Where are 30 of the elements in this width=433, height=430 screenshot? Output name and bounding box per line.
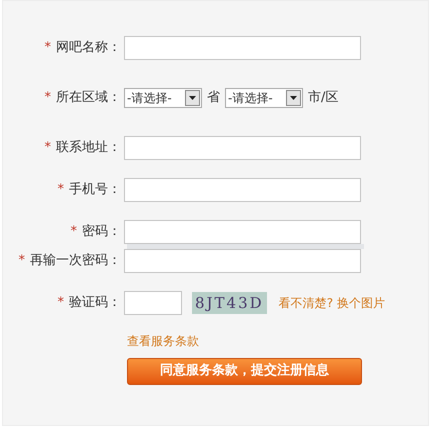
submit-button[interactable]: 同意服务条款，提交注册信息 — [127, 358, 362, 384]
field-label: 所在区域： — [56, 89, 121, 108]
input-field[interactable] — [124, 220, 361, 244]
dropdown[interactable]: -请选择- — [225, 88, 303, 108]
unit-label: 省 — [207, 89, 220, 108]
required-asterisk: * — [44, 39, 51, 58]
field-label: 联系地址： — [56, 139, 121, 158]
caret-icon — [290, 96, 297, 100]
refresh-captcha-link[interactable]: 看不清楚? 换个图片 — [278, 294, 385, 312]
input-field[interactable] — [124, 291, 182, 315]
required-asterisk: * — [70, 223, 77, 242]
field-label: 再输一次密码： — [30, 252, 121, 270]
field-label: 验证码： — [69, 294, 121, 312]
required-asterisk: * — [58, 294, 64, 312]
input-field[interactable] — [124, 36, 361, 60]
unit-label: 市/区 — [308, 89, 338, 108]
field-label: 密码： — [82, 223, 121, 242]
input-field[interactable] — [124, 136, 361, 160]
terms-link[interactable]: 查看服务条款 — [127, 334, 199, 348]
input-field[interactable] — [124, 178, 361, 202]
required-asterisk: * — [58, 181, 64, 200]
dropdown[interactable]: -请选择- — [124, 88, 202, 108]
field-label: 手机号： — [69, 181, 121, 200]
field-label: 网吧名称： — [56, 39, 121, 58]
captcha-image: 8JT43D — [192, 292, 267, 314]
required-asterisk: * — [44, 89, 51, 108]
required-asterisk: * — [44, 139, 51, 158]
caret-icon — [189, 96, 196, 100]
input-field[interactable] — [124, 249, 361, 273]
required-asterisk: * — [18, 252, 25, 270]
